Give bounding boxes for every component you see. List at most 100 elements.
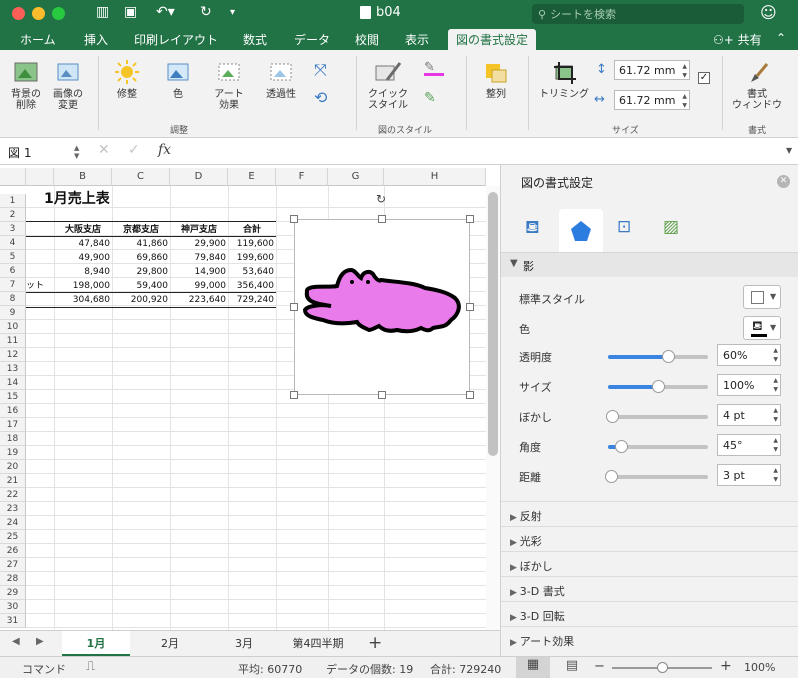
shadow-section-header[interactable]: ▼ 影 <box>501 253 798 277</box>
tab-review[interactable]: 校閲 <box>355 31 379 48</box>
column-header[interactable]: E <box>228 168 276 186</box>
sidebar-toggle-icon[interactable]: ▥ <box>96 4 109 20</box>
format-pane-button[interactable]: 書式 ウィンドウ <box>728 58 786 111</box>
close-window-button[interactable] <box>12 7 25 20</box>
table-cell[interactable]: 29,900 <box>170 237 227 251</box>
table-cell[interactable]: 304,680 <box>54 293 110 307</box>
zoom-out-icon[interactable]: − <box>594 659 605 674</box>
name-box[interactable]: 図 1 ▲ ▼ <box>4 142 84 161</box>
slider-knob[interactable] <box>662 350 675 363</box>
row-header[interactable]: 9 <box>0 306 26 320</box>
property-value-field[interactable]: 60% ▲ ▼ <box>717 344 781 366</box>
column-header[interactable]: D <box>170 168 228 186</box>
column-header[interactable] <box>26 168 54 186</box>
collapsed-section[interactable]: ▶ アート効果 <box>501 626 798 651</box>
width-field[interactable]: 61.72 mm ▲ ▼ <box>614 90 690 110</box>
tab-data[interactable]: データ <box>294 31 330 48</box>
sheet-tab-3[interactable]: 3月 <box>210 631 278 656</box>
column-header[interactable]: F <box>276 168 328 186</box>
tab-picture-format[interactable]: 図の書式設定 <box>448 29 537 50</box>
resize-handle[interactable] <box>290 303 298 311</box>
table-cell[interactable]: 200,920 <box>112 293 168 307</box>
change-picture-button[interactable]: 画像の 変更 <box>48 58 88 111</box>
property-slider[interactable] <box>608 440 708 453</box>
row-header[interactable]: 25 <box>0 530 26 544</box>
picture-effects-icon[interactable]: ✎ <box>424 90 436 106</box>
height-stepper[interactable]: ▲ ▼ <box>682 62 687 80</box>
row-header[interactable]: 29 <box>0 586 26 600</box>
scrollbar-thumb[interactable] <box>488 192 498 456</box>
row-header[interactable]: 7 <box>0 278 26 292</box>
row-header[interactable]: 16 <box>0 404 26 418</box>
property-value-field[interactable]: 3 pt ▲ ▼ <box>717 464 781 486</box>
tab-view[interactable]: 表示 <box>405 31 429 48</box>
resize-handle[interactable] <box>290 391 298 399</box>
row-header[interactable]: 31 <box>0 614 26 628</box>
property-value-field[interactable]: 45° ▲ ▼ <box>717 434 781 456</box>
table-cell[interactable]: 49,900 <box>54 251 111 265</box>
resize-handle[interactable] <box>466 215 474 223</box>
enter-icon[interactable]: ✓ <box>128 142 140 158</box>
page-layout-view-icon[interactable]: ▤ <box>558 658 586 673</box>
property-stepper[interactable]: ▲ ▼ <box>773 436 778 454</box>
table-cell[interactable]: 41,860 <box>112 237 169 251</box>
collapsed-section[interactable]: ▶ 3-D 回転 <box>501 601 798 626</box>
resize-handle[interactable] <box>466 391 474 399</box>
collapsed-section[interactable]: ▶ 光彩 <box>501 526 798 551</box>
select-all-corner[interactable] <box>0 168 26 186</box>
property-slider[interactable] <box>605 470 708 483</box>
customize-toolbar-icon[interactable]: ▾ <box>230 7 235 18</box>
row-header[interactable]: 23 <box>0 502 26 516</box>
column-header[interactable]: C <box>112 168 170 186</box>
collapse-ribbon-icon[interactable]: ⌃ <box>776 31 786 45</box>
redo-icon[interactable]: ↻ <box>200 4 212 20</box>
row-header[interactable]: 11 <box>0 334 26 348</box>
save-icon[interactable]: ▣ <box>124 4 137 20</box>
prev-sheet-icon[interactable]: ◀ <box>12 636 20 647</box>
compress-pictures-icon[interactable]: ⤧ <box>314 60 327 80</box>
row-header[interactable]: 10 <box>0 320 26 334</box>
property-value-field[interactable]: 4 pt ▲ ▼ <box>717 404 781 426</box>
reset-picture-icon[interactable]: ⟲ <box>314 88 327 107</box>
row-header[interactable]: 12 <box>0 348 26 362</box>
row-header[interactable]: 2 <box>0 208 26 222</box>
tab-insert[interactable]: 挿入 <box>84 31 108 48</box>
property-slider[interactable] <box>606 410 708 423</box>
size-properties-tab-icon[interactable]: ⊡ <box>617 217 631 237</box>
row-header[interactable]: 13 <box>0 362 26 376</box>
color-button[interactable]: 色 <box>158 58 198 100</box>
slider-knob[interactable] <box>614 440 628 453</box>
effects-tab[interactable] <box>559 209 603 253</box>
resize-handle[interactable] <box>466 303 474 311</box>
table-cell[interactable]: 47,840 <box>54 237 111 251</box>
table-cell[interactable] <box>26 293 54 307</box>
table-cell[interactable] <box>26 237 54 251</box>
tab-home[interactable]: ホーム <box>20 31 56 48</box>
fill-line-tab-icon[interactable]: ⛾ <box>525 217 540 241</box>
normal-view-icon[interactable]: ▦ <box>516 657 550 678</box>
row-header[interactable]: 22 <box>0 488 26 502</box>
row-header[interactable]: 5 <box>0 250 26 264</box>
transparency-button[interactable]: 透過性 <box>260 58 302 100</box>
expand-formula-icon[interactable]: ▼ <box>786 146 792 155</box>
property-slider[interactable] <box>608 380 708 393</box>
zoom-slider[interactable] <box>612 662 712 673</box>
column-header[interactable]: H <box>384 168 486 186</box>
table-cell[interactable]: 8,940 <box>54 265 110 279</box>
share-button[interactable]: ⚇+ 共有 <box>713 31 762 48</box>
column-header[interactable]: G <box>328 168 384 186</box>
property-stepper[interactable]: ▲ ▼ <box>773 346 778 364</box>
rotate-handle-icon[interactable]: ↻ <box>376 192 386 206</box>
account-icon[interactable]: ☺ <box>760 3 777 22</box>
property-stepper[interactable]: ▲ ▼ <box>773 376 778 394</box>
resize-handle[interactable] <box>378 391 386 399</box>
table-cell[interactable]: 199,600 <box>228 251 274 265</box>
resize-handle[interactable] <box>290 215 298 223</box>
undo-icon[interactable]: ↶▾ <box>156 4 175 20</box>
picture-border-icon[interactable]: ✎ <box>424 60 444 76</box>
row-header[interactable]: 19 <box>0 446 26 460</box>
table-cell[interactable]: ット <box>26 279 54 293</box>
selected-picture[interactable] <box>294 219 470 395</box>
table-cell[interactable]: 29,800 <box>112 265 169 279</box>
table-cell[interactable]: 119,600 <box>228 237 274 251</box>
